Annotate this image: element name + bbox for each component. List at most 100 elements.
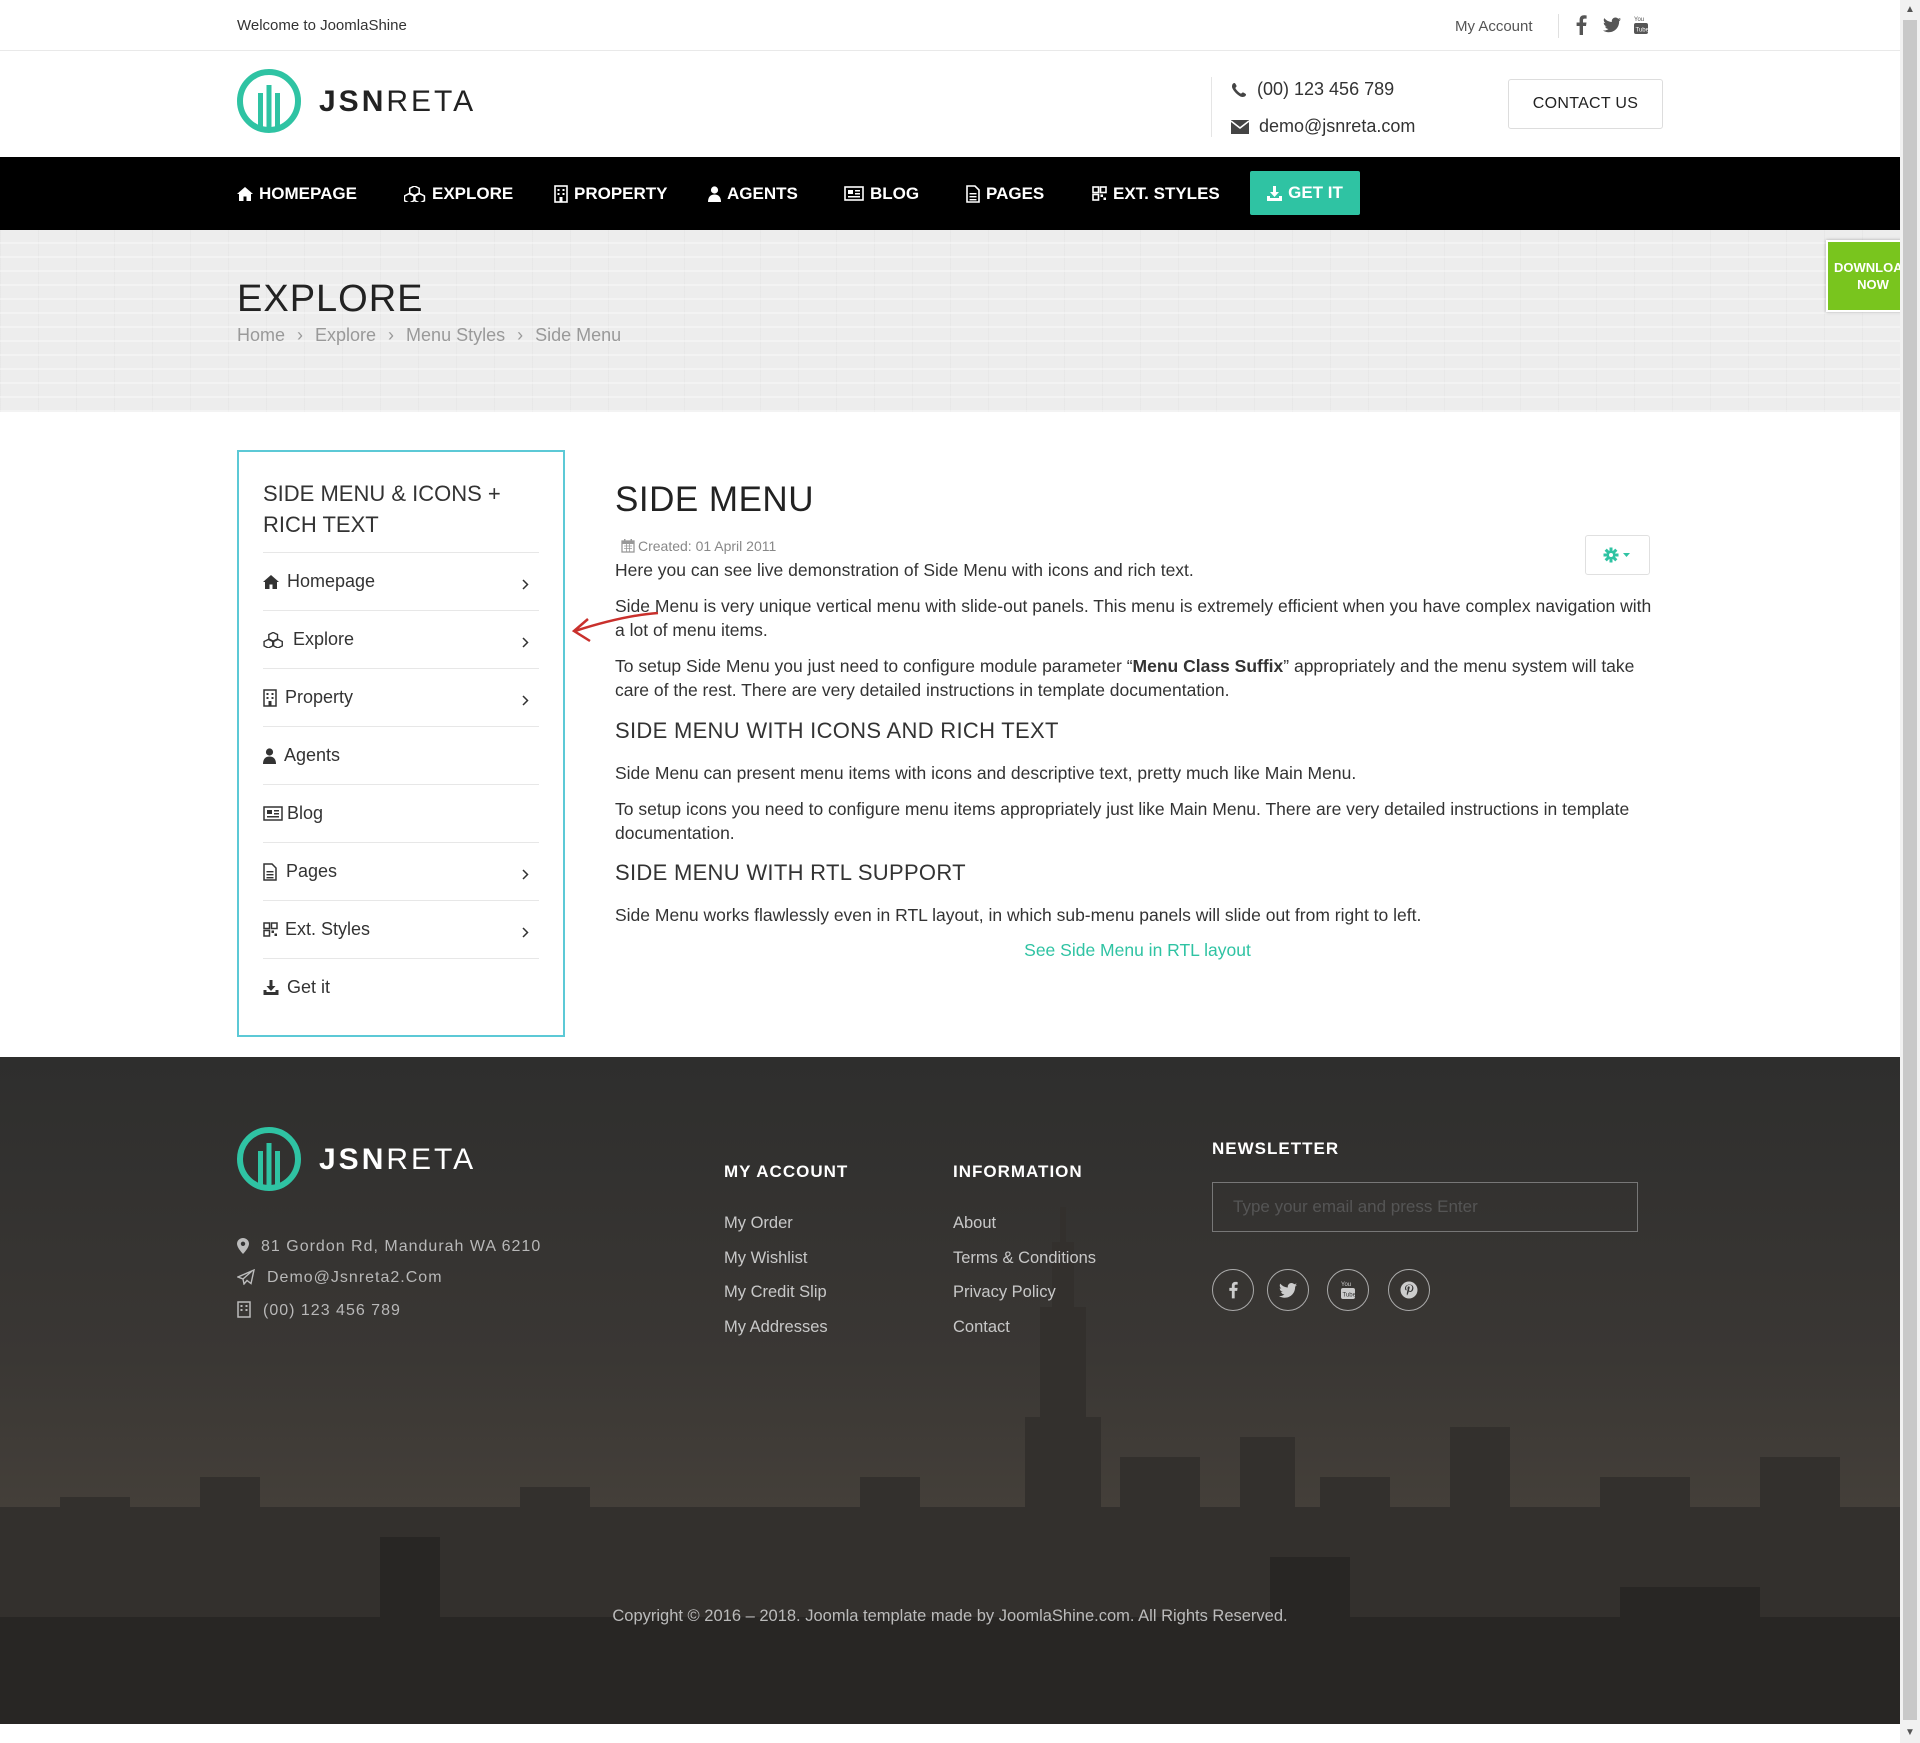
article-title: SIDE MENU — [615, 480, 814, 519]
side-menu-item-homepage[interactable]: Homepage — [263, 552, 539, 610]
side-menu-item-ext-styles[interactable]: Ext. Styles — [263, 900, 539, 958]
side-menu-label: Explore — [293, 629, 355, 649]
facebook-icon[interactable] — [1575, 15, 1593, 36]
facebook-icon[interactable] — [1212, 1269, 1254, 1311]
breadcrumb-menu-styles[interactable]: Menu Styles — [406, 325, 505, 345]
nav-item-property[interactable]: PROPERTY — [554, 157, 668, 230]
contact-us-button[interactable]: CONTACT US — [1508, 79, 1663, 129]
scroll-up-arrow-icon[interactable]: ▲ — [1905, 4, 1915, 15]
header-email: demo@jsnreta.com — [1230, 116, 1415, 137]
side-menu-label: Property — [285, 687, 354, 707]
map-marker-icon — [237, 1238, 249, 1254]
newspaper-icon — [844, 186, 864, 201]
breadcrumb-current: Side Menu — [535, 325, 622, 345]
side-menu-item-pages[interactable]: Pages — [263, 842, 539, 900]
copyright-text: Copyright © 2016 – 2018. Joomla template… — [612, 1607, 1288, 1625]
footer-link-contact[interactable]: Contact — [953, 1318, 1010, 1337]
scrollbar-thumb[interactable] — [1903, 20, 1917, 1720]
footer-logo[interactable]: JSNRETA — [237, 1127, 477, 1193]
my-account-heading: MY ACCOUNT — [724, 1162, 849, 1181]
footer-link-my-wishlist[interactable]: My Wishlist — [724, 1249, 807, 1268]
nav-item-pages[interactable]: PAGES — [966, 157, 1044, 230]
twitter-icon[interactable] — [1267, 1269, 1309, 1311]
cubes-icon — [263, 631, 291, 648]
footer-link-my-credit-slip[interactable]: My Credit Slip — [724, 1283, 827, 1302]
footer-link-terms[interactable]: Terms & Conditions — [953, 1249, 1096, 1268]
breadcrumb-home[interactable]: Home — [237, 325, 285, 345]
get-it-button[interactable]: GET IT — [1250, 171, 1360, 215]
footer-email: Demo@Jsnreta2.Com — [236, 1268, 443, 1287]
scroll-down-arrow-icon[interactable]: ▼ — [1905, 1727, 1915, 1738]
youtube-icon[interactable]: You Tube — [1633, 15, 1651, 35]
site-logo[interactable]: JSNRETA — [237, 69, 477, 135]
page-scrollbar[interactable]: ▲ ▼ — [1900, 0, 1920, 1743]
my-account-link[interactable]: My Account — [1455, 18, 1533, 35]
side-menu-label: Ext. Styles — [285, 919, 371, 939]
information-heading: INFORMATION — [953, 1162, 1083, 1181]
side-menu-label: Homepage — [287, 571, 376, 591]
paper-plane-icon — [236, 1268, 255, 1286]
footer-link-about[interactable]: About — [953, 1214, 996, 1233]
side-menu-label: Pages — [286, 861, 338, 881]
section-heading: SIDE MENU WITH ICONS AND RICH TEXT — [615, 718, 1059, 743]
nav-item-blog[interactable]: BLOG — [844, 157, 919, 230]
footer-link-my-addresses[interactable]: My Addresses — [724, 1318, 828, 1337]
svg-text:You: You — [1634, 17, 1644, 23]
breadcrumb-separator-icon: › — [297, 325, 304, 345]
svg-text:You: You — [1341, 1282, 1351, 1288]
page-banner: EXPLORE Home › Explore › Menu Styles › Side Me… — [0, 230, 1900, 412]
header-divider — [1211, 77, 1212, 137]
footer-address: 81 Gordon Rd, Mandurah WA 6210 — [237, 1238, 541, 1256]
breadcrumb: Home › Explore › Menu Styles › Side Menu — [237, 325, 621, 346]
main-nav: HOMEPAGE EXPLORE PROPERTY AGENTS BLOG PA… — [0, 157, 1900, 230]
welcome-text: Welcome to JoomlaShine — [237, 17, 407, 34]
chevron-right-icon — [522, 574, 529, 595]
logo-text: JSNRETA — [319, 85, 477, 118]
article-paragraph: To setup Side Menu you just need to conf… — [615, 656, 1635, 700]
newspaper-icon — [263, 806, 285, 821]
topbar-divider — [1558, 14, 1559, 38]
rtl-layout-link[interactable]: See Side Menu in RTL layout — [615, 940, 1660, 961]
download-icon — [263, 980, 285, 995]
section-heading: SIDE MENU WITH RTL SUPPORT — [615, 860, 966, 885]
footer-phone: (00) 123 456 789 — [237, 1301, 401, 1320]
nav-item-explore[interactable]: EXPLORE — [404, 157, 513, 230]
side-menu-item-get-it[interactable]: Get it — [263, 958, 539, 1016]
breadcrumb-explore[interactable]: Explore — [315, 325, 376, 345]
page-bottom-strip — [0, 1724, 1900, 1743]
side-menu: SIDE MENU & ICONS + RICH TEXT Homepage E… — [237, 450, 565, 1037]
building-icon — [554, 184, 568, 203]
envelope-icon — [1230, 120, 1250, 135]
newsletter-email-input[interactable] — [1212, 1182, 1638, 1232]
grid-icon — [263, 922, 283, 937]
chevron-right-icon — [522, 922, 529, 943]
nav-item-ext-styles[interactable]: EXT. STYLES — [1092, 157, 1220, 230]
side-menu-item-explore[interactable]: Explore — [263, 610, 539, 668]
breadcrumb-separator-icon: › — [517, 325, 524, 345]
download-icon — [1267, 185, 1283, 201]
article-paragraph: Side Menu is very unique vertical menu w… — [615, 596, 1652, 640]
site-footer: JSNRETA 81 Gordon Rd, Mandurah WA 6210 D… — [0, 1057, 1900, 1724]
side-menu-title: SIDE MENU & ICONS + RICH TEXT — [263, 481, 501, 537]
nav-item-homepage[interactable]: HOMEPAGE — [237, 157, 357, 230]
file-icon — [966, 184, 980, 203]
page-title: EXPLORE — [237, 278, 424, 320]
pinterest-icon[interactable] — [1388, 1269, 1430, 1311]
side-menu-item-agents[interactable]: Agents — [263, 726, 539, 784]
user-icon — [708, 185, 721, 202]
breadcrumb-separator-icon: › — [388, 325, 395, 345]
youtube-icon[interactable]: You Tube — [1327, 1269, 1369, 1311]
building-icon — [263, 688, 283, 707]
article-paragraph: Here you can see live demonstration of S… — [615, 560, 1194, 580]
nav-item-agents[interactable]: AGENTS — [708, 157, 798, 230]
side-menu-item-property[interactable]: Property — [263, 668, 539, 726]
home-icon — [263, 574, 285, 589]
article-paragraph: Side Menu works flawlessly even in RTL l… — [615, 905, 1422, 925]
footer-link-my-order[interactable]: My Order — [724, 1214, 793, 1233]
header-phone: (00) 123 456 789 — [1231, 79, 1394, 100]
phone-icon — [1232, 83, 1246, 98]
article-paragraph: Side Menu can present menu items with ic… — [615, 763, 1357, 783]
footer-link-privacy[interactable]: Privacy Policy — [953, 1283, 1056, 1302]
side-menu-item-blog[interactable]: Blog — [263, 784, 539, 842]
twitter-icon[interactable] — [1603, 15, 1621, 35]
